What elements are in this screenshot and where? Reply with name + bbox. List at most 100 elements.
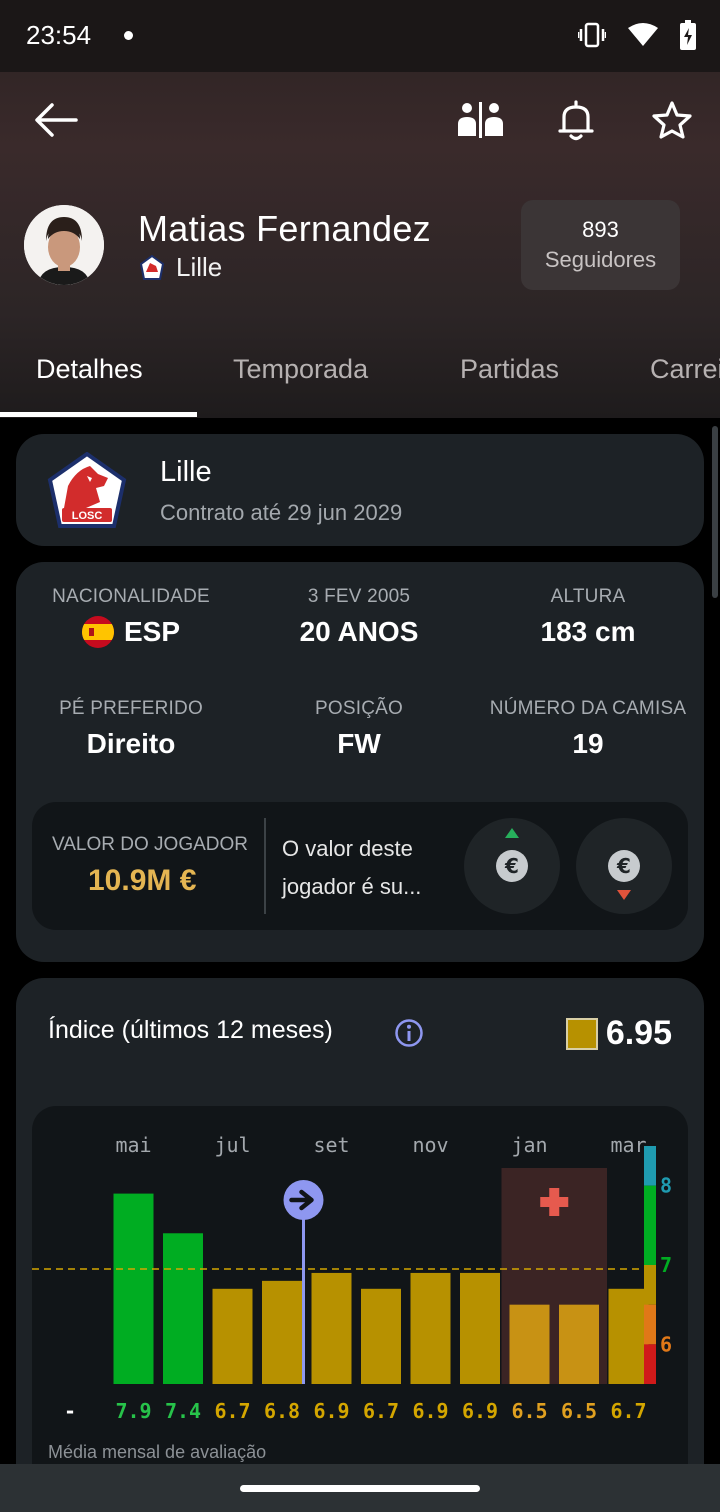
tab-career[interactable]: Carreira [650, 354, 720, 385]
rating-scale-segment [644, 1185, 656, 1265]
month-label: mai [115, 1133, 151, 1157]
bar-value-label: 6.9 [462, 1399, 498, 1423]
rating-bar [212, 1288, 253, 1384]
month-label: jan [511, 1133, 547, 1157]
status-bar: 23:54 [0, 0, 720, 72]
svg-text:€: € [504, 854, 519, 878]
player-team-link[interactable]: Lille [138, 252, 222, 283]
rating-bar [608, 1288, 649, 1384]
rating-score-value: 6.95 [605, 1014, 672, 1052]
rating-bar-chart: mai jul set nov jan mar 8 7 6 - 7.9 7.4 6.7 6.8 6.9 6.7… [32, 1133, 672, 1423]
info-icon [395, 1019, 423, 1047]
rating-bar [559, 1304, 599, 1384]
bar-value-label: 6.5 [561, 1399, 597, 1423]
rating-bar [163, 1233, 203, 1384]
market-value-amount: 10.9M € [88, 864, 197, 897]
club-card[interactable]: LOSC Lille Contrato até 29 jun 2029 [16, 434, 704, 546]
lille-club-logo-icon: LOSC [47, 452, 127, 528]
followers-badge[interactable]: 893 Seguidores [521, 200, 680, 290]
rating-scale-segment [644, 1344, 656, 1384]
position-label: POSIÇÃO [315, 698, 403, 719]
bar-value-label: 7.9 [115, 1399, 151, 1423]
home-gesture-bar[interactable] [240, 1485, 480, 1492]
player-avatar [24, 205, 104, 285]
bar-value-label: 6.8 [264, 1399, 300, 1423]
rating-index-score: 6.95 [565, 1014, 672, 1053]
bar-value-label: 6.9 [412, 1399, 448, 1423]
battery-icon [680, 20, 696, 55]
spain-flag-icon [81, 616, 114, 648]
bar-value-label: - [64, 1399, 76, 1423]
value-vote-prompt-line2: jogador é su... [282, 874, 422, 899]
star-icon [652, 101, 692, 139]
vote-value-up-button[interactable]: € [464, 818, 560, 914]
month-label: nov [412, 1133, 448, 1157]
compare-players-icon [458, 102, 503, 138]
euro-down-vote-icon: € [608, 850, 640, 900]
rating-scale-segment [644, 1146, 656, 1186]
age-value: 20 ANOS [299, 616, 419, 647]
height-cell: ALTURA 183 cm [473, 586, 703, 648]
compare-button[interactable] [456, 96, 504, 144]
tab-details[interactable]: Detalhes [36, 354, 143, 385]
tab-matches[interactable]: Partidas [460, 354, 559, 385]
position-value: FW [337, 728, 381, 759]
rating-scale-segment [644, 1265, 656, 1305]
vote-value-down-button[interactable]: € [576, 818, 672, 914]
tab-bar: Detalhes Temporada Partidas Carreira [0, 340, 720, 418]
bar-value-label: 6.7 [363, 1399, 399, 1423]
info-button[interactable] [394, 1018, 424, 1053]
market-value-box: VALOR DO JOGADOR 10.9M € O valor deste j… [32, 802, 688, 930]
lille-badge-icon [139, 254, 165, 280]
player-name: Matias Fernandez [138, 208, 431, 249]
bar-value-label: 6.5 [511, 1399, 547, 1423]
rating-bar [311, 1272, 352, 1384]
followers-label: Seguidores [544, 247, 657, 272]
notification-dot-icon [124, 31, 133, 40]
y-tick-label: 7 [660, 1253, 672, 1277]
club-name: Lille [160, 456, 212, 488]
height-label: ALTURA [550, 586, 626, 607]
bar-value-label: 6.7 [214, 1399, 250, 1423]
shirt-label: NÚMERO DA CAMISA [489, 698, 687, 719]
position-cell: POSIÇÃO FW [244, 698, 474, 760]
contract-info: Contrato até 29 jun 2029 [160, 500, 403, 525]
player-details-card: NACIONALIDADE ESP 3 FEV 2005 20 ANOS ALT… [16, 562, 704, 962]
y-tick-label: 6 [660, 1332, 672, 1356]
rating-bar [509, 1304, 550, 1384]
injury-cross-icon [540, 1197, 569, 1207]
chart-footer: Média mensal de avaliação [48, 1442, 267, 1462]
shirt-cell: NÚMERO DA CAMISA 19 [473, 698, 703, 760]
y-tick-label: 8 [660, 1174, 672, 1198]
nationality-value: ESP [123, 616, 181, 647]
back-button[interactable] [32, 96, 80, 144]
followers-count: 893 [582, 217, 619, 242]
birth-date: 3 FEV 2005 [307, 586, 411, 607]
club-logo-text: LOSC [72, 510, 103, 522]
wifi-icon [628, 23, 658, 52]
system-nav-bar [0, 1464, 720, 1512]
foot-value: Direito [86, 728, 176, 759]
favorite-button[interactable] [648, 96, 696, 144]
tab-season[interactable]: Temporada [233, 354, 368, 385]
notifications-button[interactable] [552, 96, 600, 144]
market-value-label: VALOR DO JOGADOR [52, 834, 249, 855]
rating-bar [361, 1288, 401, 1384]
euro-up-vote-icon: € [496, 828, 528, 882]
team-name: Lille [176, 252, 223, 282]
age-cell: 3 FEV 2005 20 ANOS [244, 586, 474, 648]
bell-icon [558, 100, 594, 141]
foot-cell: PÉ PREFERIDO Direito [16, 698, 246, 760]
rating-bar [410, 1272, 451, 1384]
scrollbar[interactable] [712, 426, 718, 598]
status-time: 23:54 [26, 20, 92, 50]
active-tab-indicator [0, 412, 197, 417]
nationality-cell: NACIONALIDADE ESP [16, 586, 246, 648]
divider [264, 818, 266, 914]
month-label: mar [610, 1133, 646, 1157]
svg-text:€: € [616, 854, 631, 878]
nationality-label: NACIONALIDADE [52, 586, 210, 607]
rating-scale-segment [644, 1304, 656, 1345]
rating-bar [113, 1193, 154, 1384]
value-vote-prompt: O valor deste jogador é su... [282, 830, 452, 906]
